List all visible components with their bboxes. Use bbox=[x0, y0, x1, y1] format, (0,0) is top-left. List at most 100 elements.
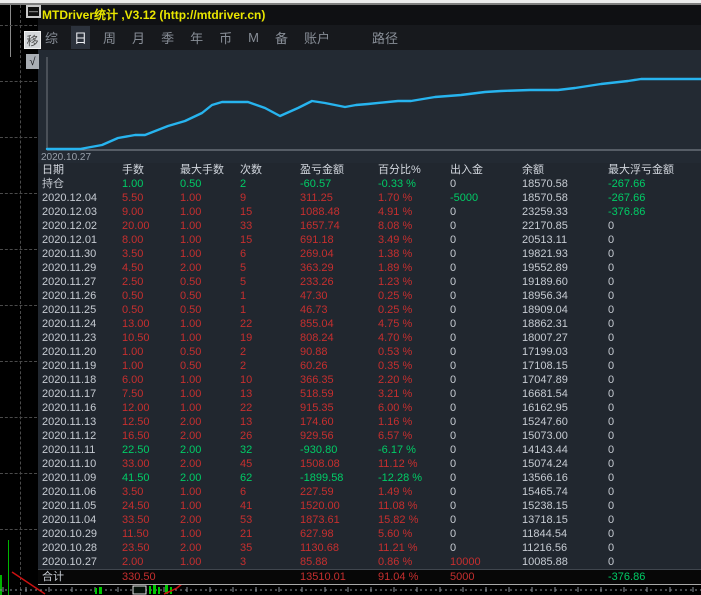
cell-count: 2 bbox=[240, 360, 247, 372]
cell-percent: 4.70 % bbox=[378, 332, 413, 344]
table-row[interactable]: 2020.10.28 23.50 2.00 35 1130.68 11.21 % 0 1121… bbox=[38, 541, 701, 555]
table-row[interactable]: 2020.11.17 7.50 1.00 13 518.59 3.21 % 0 16681.5… bbox=[38, 387, 701, 401]
cell-inout: 0 bbox=[450, 332, 457, 344]
menu-item-账户[interactable]: 账户 bbox=[301, 26, 333, 49]
cell-pnl: 1508.08 bbox=[300, 458, 340, 470]
cell-count: 13 bbox=[240, 416, 253, 428]
table-row[interactable]: 2020.10.29 11.50 1.00 21 627.98 5.60 % 0 11844.… bbox=[38, 527, 701, 541]
cell-max-lots: 1.00 bbox=[180, 220, 202, 232]
table-row[interactable]: 2020.12.03 9.00 1.00 15 1088.48 4.91 % 0 23259.… bbox=[38, 205, 701, 219]
cell-date: 2020.12.01 bbox=[42, 234, 98, 246]
table-row[interactable]: 2020.11.24 13.00 1.00 22 855.04 4.75 % 0 18862.… bbox=[38, 317, 701, 331]
cell-max-float: 0 bbox=[608, 388, 615, 400]
menu-item-年[interactable]: 年 bbox=[187, 26, 206, 49]
menu-item-币[interactable]: 币 bbox=[216, 26, 235, 49]
menu-bar: 综日周月季年币 M 备账户 路径 bbox=[38, 25, 701, 50]
equity-curve bbox=[45, 77, 701, 151]
cell-date: 2020.11.26 bbox=[42, 290, 97, 302]
menu-item-路径[interactable]: 路径 bbox=[369, 26, 401, 49]
table-row[interactable]: 2020.11.06 3.50 1.00 6 227.59 1.49 % 0 15465.74… bbox=[38, 485, 701, 499]
table-row[interactable]: 2020.11.26 0.50 0.50 1 47.30 0.25 % 0 18956.34 0 bbox=[38, 289, 701, 303]
minimize-button[interactable]: — bbox=[26, 5, 41, 18]
cell-pnl: 1088.48 bbox=[300, 206, 340, 218]
table-row[interactable]: 2020.11.20 1.00 0.50 2 90.88 0.53 % 0 17199.03 0 bbox=[38, 345, 701, 359]
cell-date: 2020.12.02 bbox=[42, 220, 98, 232]
table-row[interactable]: 2020.12.02 20.00 1.00 33 1657.74 8.08 % 0 22170… bbox=[38, 219, 701, 233]
menu-item-日[interactable]: 日 bbox=[71, 26, 91, 49]
cell-max-lots: 2.00 bbox=[180, 416, 202, 428]
cell-pnl: 1520.00 bbox=[300, 500, 340, 512]
table-row[interactable]: 2020.11.27 2.50 0.50 5 233.26 1.23 % 0 19189.60… bbox=[38, 275, 701, 289]
cell-percent: 11.12 % bbox=[378, 458, 418, 470]
cell-max-float: 0 bbox=[608, 290, 615, 302]
cell-percent: 2.20 % bbox=[378, 374, 413, 386]
table-row[interactable]: 2020.11.29 4.50 2.00 5 363.29 1.89 % 0 19552.89… bbox=[38, 261, 701, 275]
table-row[interactable]: 2020.11.10 33.00 2.00 45 1508.08 11.12 % 0 1507… bbox=[38, 457, 701, 471]
cell-max-lots: 1.00 bbox=[180, 374, 202, 386]
table-row[interactable]: 2020.11.25 0.50 0.50 1 46.73 0.25 % 0 18909.04 0 bbox=[38, 303, 701, 317]
menu-item-备[interactable]: 备 bbox=[272, 26, 291, 49]
table-row[interactable]: 持仓 1.00 0.50 2 -60.57 -0.33 % 0 18570.58 -267.66 bbox=[38, 177, 701, 191]
equity-chart: 2020.10.27 bbox=[38, 50, 701, 163]
cell-count: 3 bbox=[240, 556, 247, 568]
cell-max-lots: 1.00 bbox=[180, 318, 202, 330]
cell-percent: 1.89 % bbox=[378, 262, 413, 274]
cell-lots: 12.50 bbox=[122, 416, 150, 428]
cell-inout: 0 bbox=[450, 542, 457, 554]
candle bbox=[132, 585, 147, 595]
confirm-button[interactable]: √ bbox=[26, 54, 39, 69]
cell-inout: 0 bbox=[450, 248, 457, 260]
cell-percent: 4.91 % bbox=[378, 206, 413, 218]
menu-item-周[interactable]: 周 bbox=[100, 26, 119, 49]
cell-lots: 0.50 bbox=[122, 290, 144, 302]
table-row[interactable]: 2020.11.13 12.50 2.00 13 174.60 1.16 % 0 15247.… bbox=[38, 415, 701, 429]
cell-count: 41 bbox=[240, 500, 253, 512]
cell-balance: 15247.60 bbox=[522, 416, 568, 428]
cell-balance: 10085.88 bbox=[522, 556, 568, 568]
cell-pnl: -60.57 bbox=[300, 178, 332, 190]
table-row[interactable]: 2020.11.09 41.50 2.00 62 -1899.58 -12.28 % 0 13… bbox=[38, 471, 701, 485]
cell-pnl: 518.59 bbox=[300, 388, 334, 400]
table-row[interactable]: 2020.11.18 6.00 1.00 10 366.35 2.20 % 0 17047.8… bbox=[38, 373, 701, 387]
table-row[interactable]: 2020.11.19 1.00 0.50 2 60.26 0.35 % 0 17108.15 0 bbox=[38, 359, 701, 373]
cell-max-lots: 最大手数 bbox=[180, 164, 224, 176]
cell-lots: 2.50 bbox=[122, 276, 144, 288]
window-titlebar[interactable]: MTDriver统计 ,V3.12 (http://mtdriver.cn) bbox=[38, 5, 701, 25]
cell-inout: 0 bbox=[450, 416, 457, 428]
cell-count: 21 bbox=[240, 528, 253, 540]
cell-balance: 余额 bbox=[522, 164, 544, 176]
table-row[interactable]: 2020.11.04 33.50 2.00 53 1873.61 15.82 % 0 1371… bbox=[38, 513, 701, 527]
cell-balance: 18007.27 bbox=[522, 332, 568, 344]
cell-inout: 0 bbox=[450, 458, 457, 470]
cell-count: 26 bbox=[240, 430, 253, 442]
cell-inout: 0 bbox=[450, 360, 457, 372]
menu-item-月[interactable]: 月 bbox=[129, 26, 148, 49]
cell-pnl: 233.26 bbox=[300, 276, 334, 288]
menu-item-M[interactable]: M bbox=[245, 28, 262, 47]
cell-max-lots: 2.00 bbox=[180, 430, 202, 442]
cell-balance: 23259.33 bbox=[522, 206, 568, 218]
table-row[interactable]: 2020.11.16 12.00 1.00 22 915.35 6.00 % 0 16162.… bbox=[38, 401, 701, 415]
table-row[interactable]: 2020.12.01 8.00 1.00 15 691.18 3.49 % 0 20513.1… bbox=[38, 233, 701, 247]
table-row[interactable]: 2020.12.04 5.50 1.00 9 311.25 1.70 % -5000 1857… bbox=[38, 191, 701, 205]
table-row[interactable]: 2020.11.12 16.50 2.00 26 929.56 6.57 % 0 15073.… bbox=[38, 429, 701, 443]
table-row[interactable]: 2020.11.30 3.50 1.00 6 269.04 1.38 % 0 19821.93… bbox=[38, 247, 701, 261]
cell-inout: 0 bbox=[450, 304, 457, 316]
cell-lots: 11.50 bbox=[122, 528, 149, 540]
cell-pnl: 627.98 bbox=[300, 528, 334, 540]
cell-balance: 17199.03 bbox=[522, 346, 568, 358]
cell-max-float: 0 bbox=[608, 472, 615, 484]
table-row[interactable]: 2020.11.05 24.50 1.00 41 1520.00 11.08 % 0 1523… bbox=[38, 499, 701, 513]
cell-max-lots: 2.00 bbox=[180, 262, 202, 274]
table-row[interactable]: 2020.11.23 10.50 1.00 19 808.24 4.70 % 0 18007.… bbox=[38, 331, 701, 345]
menu-item-综[interactable]: 综 bbox=[42, 26, 61, 49]
move-button[interactable]: 移 bbox=[24, 31, 41, 49]
cell-max-lots: 1.00 bbox=[180, 248, 202, 260]
cell-max-lots: 2.00 bbox=[180, 444, 202, 456]
table-row[interactable]: 2020.11.11 22.50 2.00 32 -930.80 -6.17 % 0 1414… bbox=[38, 443, 701, 457]
cell-max-lots: 1.00 bbox=[180, 402, 202, 414]
cell-balance: 18570.58 bbox=[522, 178, 568, 190]
cell-max-float: 0 bbox=[608, 458, 615, 470]
table-row[interactable]: 2020.10.27 2.00 1.00 3 85.88 0.86 % 10000 10085… bbox=[38, 555, 701, 569]
menu-item-季[interactable]: 季 bbox=[158, 26, 177, 49]
